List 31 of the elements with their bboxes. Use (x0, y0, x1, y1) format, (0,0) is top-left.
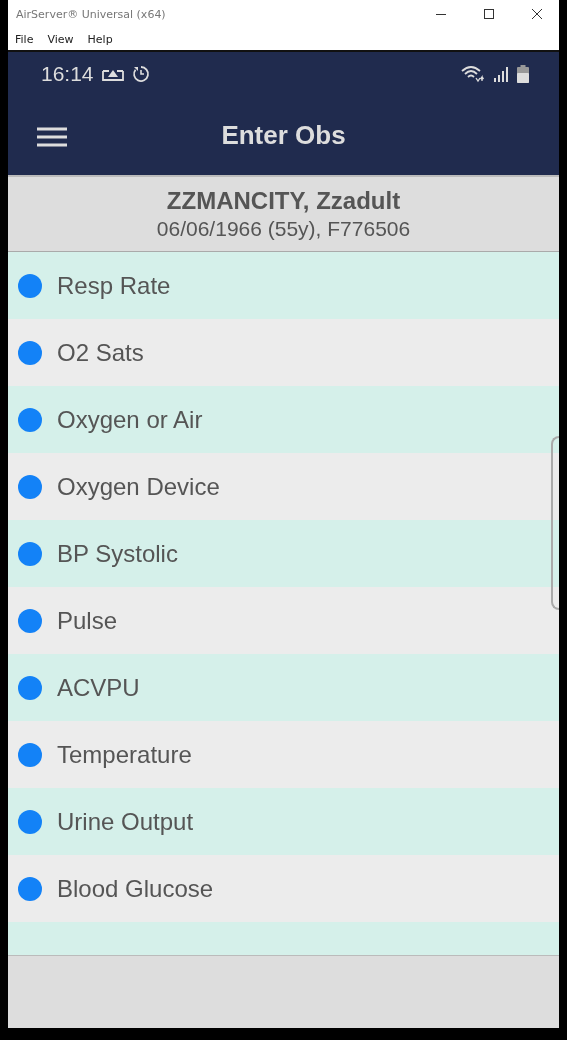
timer-icon (131, 65, 150, 83)
observation-row[interactable]: Oxygen Device (8, 453, 559, 520)
observation-row[interactable]: Pulse (8, 587, 559, 654)
menu-item[interactable]: View (47, 32, 74, 46)
window-title: AirServer® Universal (x64) (16, 7, 166, 21)
status-dot (18, 675, 42, 700)
menu-item[interactable]: Help (87, 32, 113, 46)
status-dot (18, 407, 42, 432)
signal-icon (493, 66, 509, 82)
patient-name: ZZMANCITY, Zzadult (166, 187, 401, 215)
menu-icon[interactable] (37, 127, 67, 147)
screen-title: Enter Obs (221, 120, 346, 151)
status-dot (18, 273, 42, 298)
status-dot (18, 809, 42, 834)
observation-row[interactable]: Temperature (8, 721, 559, 788)
close-icon[interactable] (531, 8, 543, 20)
status-dot (18, 608, 42, 633)
menu-item[interactable]: File (15, 32, 34, 46)
status-dot (18, 340, 42, 365)
status-dot (18, 876, 42, 901)
maximize-icon[interactable] (483, 8, 495, 20)
wifi-icon (461, 65, 485, 83)
status-dot (18, 742, 42, 767)
battery-icon (517, 65, 529, 83)
status-dot (18, 474, 42, 499)
observation-row[interactable]: O2 Sats (8, 319, 559, 386)
cast-icon (101, 67, 124, 81)
status-dot (18, 541, 42, 566)
patient-details: 06/06/1966 (55y), F776506 (156, 217, 411, 241)
observation-row[interactable]: Blood Glucose (8, 855, 559, 922)
status-time: 16:14 (41, 62, 94, 86)
